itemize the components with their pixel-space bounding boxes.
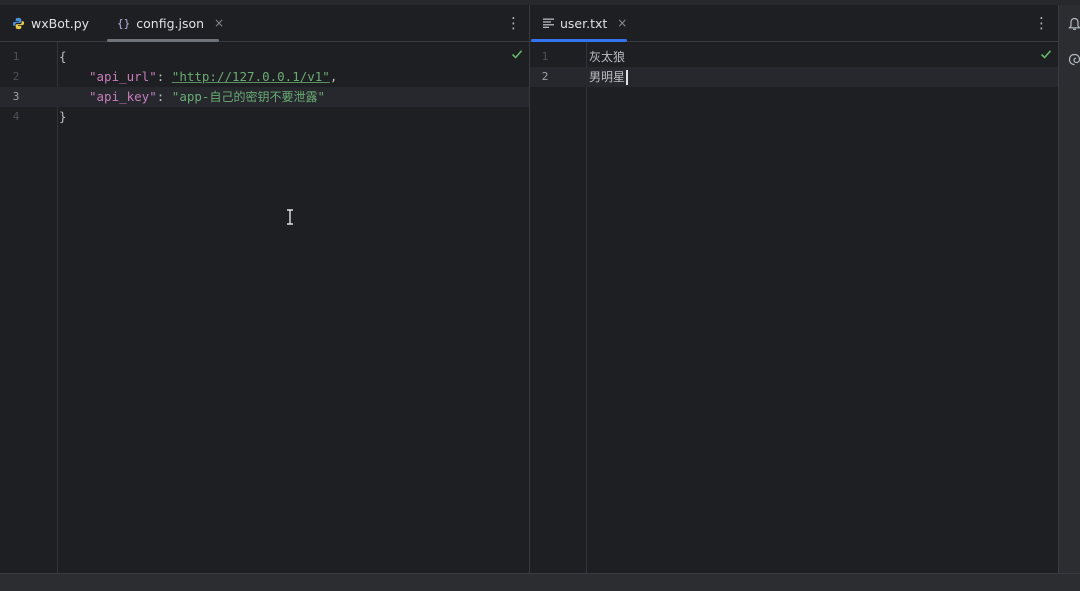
line-text: 灰太狼 (589, 50, 626, 64)
line-number: 1 (12, 50, 20, 63)
line-text-content: 男明星 (589, 70, 626, 84)
tab-label: user.txt (560, 15, 608, 31)
line-number: 2 (12, 70, 20, 83)
python-file-icon (12, 17, 25, 30)
text-line-current: 2 男明星 (530, 67, 1058, 87)
json-string-chinese: 自己的密钥不要泄露 (209, 90, 318, 104)
left-tab-bar: wxBot.py {} config.json × ⋮ (0, 5, 529, 42)
text-caret (626, 70, 629, 85)
url-string[interactable]: "http://127.0.0.1/v1" (172, 69, 330, 84)
ai-assistant-spiral-icon[interactable] (1068, 53, 1080, 66)
right-editor-pane: user.txt × ⋮ 1 灰太狼 2 男明星 (530, 5, 1058, 573)
line-number: 4 (12, 110, 20, 123)
mouse-ibeam-cursor-icon (287, 209, 293, 225)
line-text: "api_key": "app-自己的密钥不要泄露" (89, 87, 325, 107)
tab-user-txt[interactable]: user.txt × (543, 5, 627, 41)
tab-wxbot-py[interactable]: wxBot.py (12, 5, 89, 41)
more-options-icon[interactable]: ⋮ (1034, 13, 1049, 33)
right-tab-bar: user.txt × ⋮ (530, 5, 1058, 42)
json-file-icon: {} (117, 16, 131, 30)
json-separator: : (156, 69, 172, 84)
json-string-end: " (317, 89, 325, 104)
tab-label: wxBot.py (31, 15, 90, 31)
notifications-bell-icon[interactable] (1068, 17, 1080, 31)
code-line: 2 "api_url": "http://127.0.0.1/v1", (0, 67, 529, 87)
status-bar (0, 573, 1080, 591)
json-key: "api_url" (89, 69, 157, 84)
code-editor[interactable]: 1 { 2 "api_url": "http://127.0.0.1/v1", … (0, 42, 529, 573)
tab-config-json[interactable]: {} config.json × (117, 5, 224, 41)
gutter-separator (586, 42, 587, 573)
more-options-icon[interactable]: ⋮ (506, 13, 521, 33)
line-text: "api_url": "http://127.0.0.1/v1", (89, 67, 337, 87)
close-tab-icon[interactable]: × (214, 16, 224, 30)
close-tab-icon[interactable]: × (617, 16, 627, 30)
text-file-icon (543, 18, 554, 28)
code-line-current: 3 "api_key": "app-自己的密钥不要泄露" (0, 87, 529, 107)
tab-label: config.json (136, 15, 205, 31)
left-editor-pane: wxBot.py {} config.json × ⋮ 1 { 2 "api_u… (0, 5, 529, 573)
code-line: 1 { (0, 47, 529, 67)
line-number: 3 (12, 90, 20, 103)
json-string-prefix: "app- (171, 89, 210, 104)
line-number: 1 (541, 50, 549, 63)
json-separator: : (156, 89, 172, 104)
code-line: 4 } (0, 107, 529, 127)
text-line: 1 灰太狼 (530, 47, 1058, 67)
json-key: "api_key" (89, 89, 157, 104)
line-text: 男明星 (589, 67, 629, 87)
json-comma: , (329, 69, 338, 84)
line-number: 2 (541, 70, 549, 83)
line-text: { (59, 49, 67, 64)
text-editor[interactable]: 1 灰太狼 2 男明星 (530, 42, 1058, 573)
right-tool-strip (1058, 5, 1080, 573)
line-text: } (59, 109, 67, 124)
